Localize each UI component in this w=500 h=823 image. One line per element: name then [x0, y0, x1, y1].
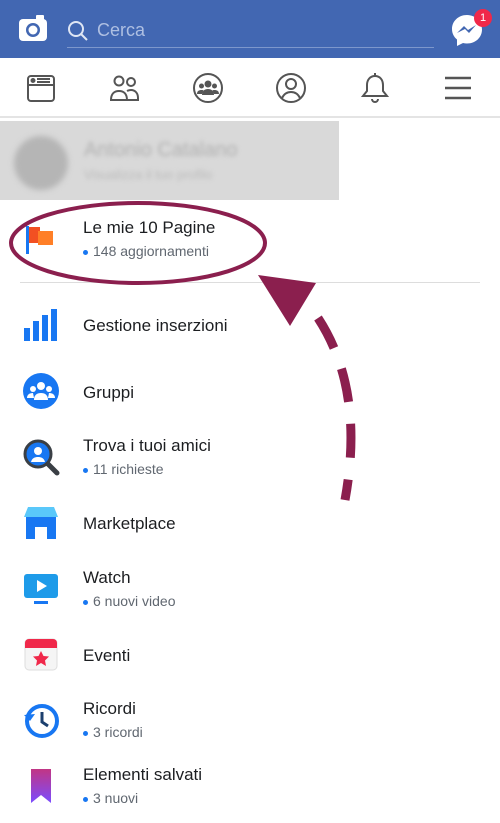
avatar	[14, 136, 68, 190]
profile-row[interactable]: Antonio Catalano Visualizza il tuo profi…	[0, 121, 339, 200]
video-icon	[24, 574, 58, 604]
profile-name: Antonio Catalano	[84, 139, 238, 161]
flag-icon	[26, 226, 53, 254]
item-title: Le mie 10 Pagine	[83, 218, 216, 237]
search-icon	[68, 20, 88, 41]
search-placeholder: Cerca	[97, 20, 146, 40]
store-icon	[24, 507, 58, 539]
item-title: Watch	[83, 568, 131, 587]
item-title: Elementi salvati	[83, 765, 203, 784]
item-title: Trova i tuoi amici	[83, 436, 211, 455]
menu-item-ads-manager[interactable]: Gestione inserzioni	[0, 298, 500, 354]
item-title: Gestione inserzioni	[83, 316, 228, 335]
camera-icon[interactable]	[18, 14, 48, 42]
menu-item-saved[interactable]: Elementi salvati 3 nuovi	[0, 759, 500, 815]
menu-item-memories[interactable]: Ricordi 3 ricordi	[0, 693, 500, 749]
item-title: Eventi	[83, 646, 131, 665]
menu-item-events[interactable]: Eventi	[0, 627, 500, 683]
calendar-icon	[24, 638, 58, 671]
menu-item-pages[interactable]: Le mie 10 Pagine 148 aggiornamenti	[0, 212, 500, 268]
tab-bar	[0, 58, 500, 118]
divider	[20, 282, 480, 283]
bar-chart-icon	[24, 309, 57, 341]
profile-icon[interactable]	[275, 72, 307, 104]
search-input[interactable]: Cerca	[67, 14, 434, 48]
clock-icon	[24, 704, 59, 738]
groups-icon	[23, 373, 59, 409]
item-subtitle: 11 richieste	[83, 461, 164, 477]
item-title: Gruppi	[83, 383, 135, 402]
item-subtitle: 3 nuovi	[83, 790, 138, 806]
bell-icon[interactable]	[359, 72, 391, 104]
top-bar: Cerca 1	[0, 0, 500, 58]
bookmark-icon	[31, 769, 51, 803]
find-friends-icon	[23, 439, 60, 476]
item-subtitle: 3 ricordi	[83, 724, 143, 740]
profile-subtitle: Visualizza il tuo profilo	[84, 167, 213, 182]
menu-item-find-friends[interactable]: Trova i tuoi amici 11 richieste	[0, 430, 500, 486]
item-title: Marketplace	[83, 514, 176, 533]
news-feed-icon[interactable]	[25, 72, 57, 104]
menu-item-watch[interactable]: Watch 6 nuovi video	[0, 562, 500, 618]
item-title: Ricordi	[83, 699, 136, 718]
friends-icon[interactable]	[109, 72, 141, 104]
item-subtitle: 6 nuovi video	[83, 593, 176, 609]
groups-icon[interactable]	[192, 72, 224, 104]
item-subtitle: 148 aggiornamenti	[83, 243, 209, 259]
menu-icon[interactable]	[442, 72, 474, 104]
menu-item-marketplace[interactable]: Marketplace	[0, 495, 500, 551]
messenger-badge: 1	[474, 9, 492, 27]
menu-item-groups[interactable]: Gruppi	[0, 364, 500, 420]
